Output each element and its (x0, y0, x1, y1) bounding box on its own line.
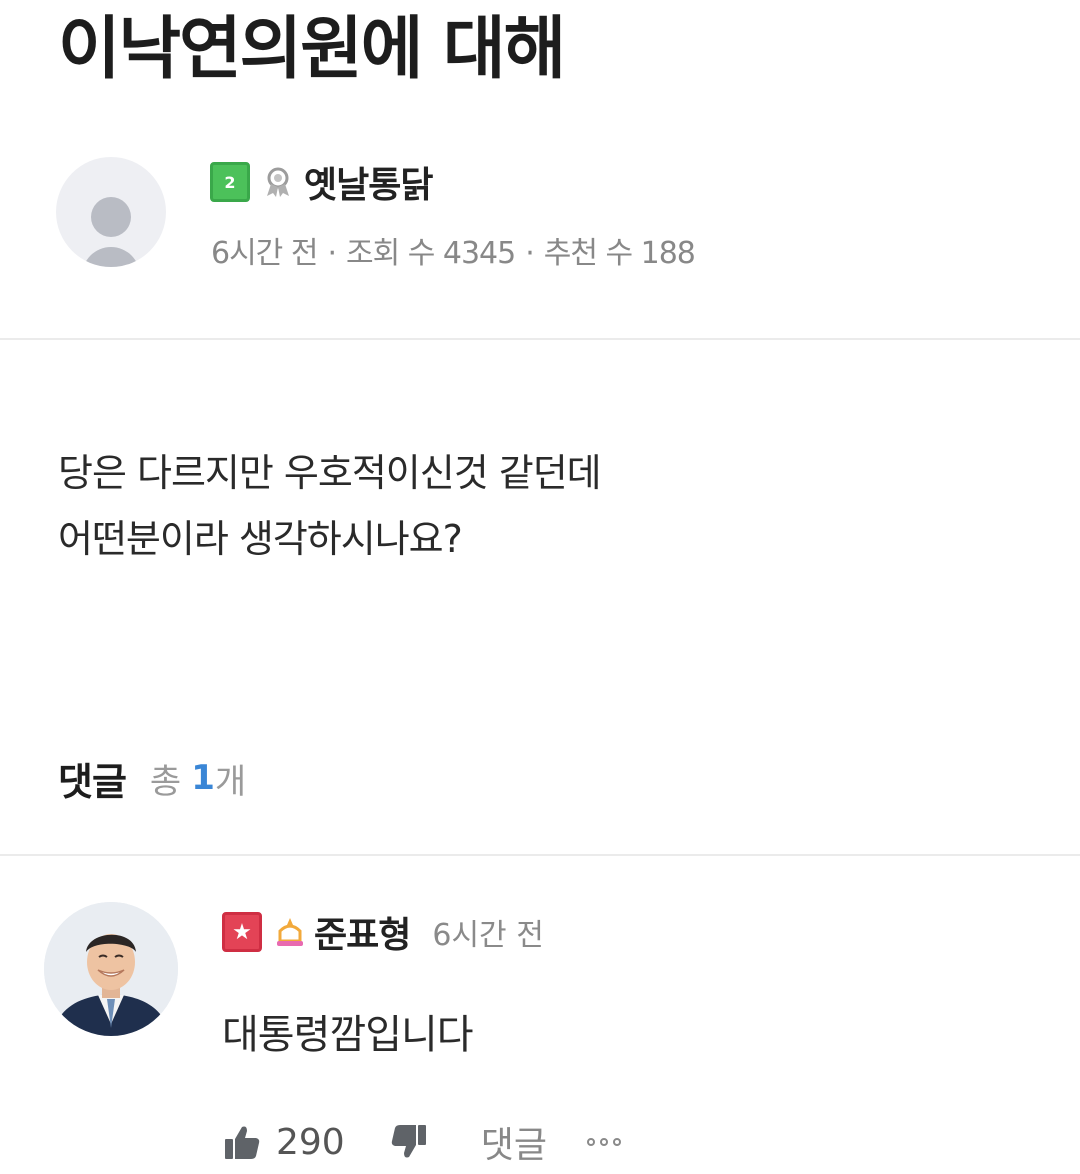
portrait-photo (44, 902, 178, 1036)
recommend-count: 추천 수 188 (543, 236, 696, 271)
author-name[interactable]: 옛날통닭 (304, 156, 433, 208)
post-title: 이낙연의원에 대해 (58, 10, 566, 89)
author-line: 2 옛날통닭 (210, 162, 433, 206)
header-divider (0, 338, 1080, 340)
comments-total-suffix: 개 (214, 761, 247, 802)
post-body-line: 어떤분이라 생각하시나요? (58, 517, 463, 561)
like-count: 290 (276, 1121, 345, 1163)
crown-icon (272, 914, 308, 950)
comments-header: 댓글 총 1 개 (58, 752, 246, 804)
comment-author-avatar[interactable] (44, 902, 178, 1036)
post-body: 당은 다르지만 우호적이신것 같던데 어떤분이라 생각하시나요? (58, 440, 602, 572)
avatar-placeholder-head (91, 197, 131, 237)
more-dots-icon[interactable] (586, 1138, 621, 1146)
comment-author-line: ★ 준표형 6시간 전 (222, 908, 544, 956)
thumbs-down-icon[interactable] (389, 1122, 429, 1162)
comment-body: 대통령깜입니다 (222, 1012, 474, 1058)
avatar-placeholder-body (82, 247, 140, 267)
more-dot (586, 1138, 595, 1146)
comments-total-count: 1 (191, 758, 215, 798)
level-badge: 2 (210, 162, 250, 202)
comments-total-prefix: 총 (149, 761, 182, 802)
ribbon-medal-icon (260, 164, 296, 200)
comment-time: 6시간 전 (432, 918, 544, 953)
meta-separator: · (327, 236, 336, 271)
comment-actions: 290 댓글 (222, 1118, 621, 1166)
post-time: 6시간 전 (211, 236, 318, 271)
post-meta: 6시간 전 · 조회 수 4345 · 추천 수 188 (211, 228, 696, 272)
reply-button[interactable]: 댓글 (481, 1116, 547, 1168)
post-body-line: 당은 다르지만 우호적이신것 같던데 (58, 451, 602, 495)
more-dot (599, 1138, 608, 1146)
level-badge: ★ (222, 912, 262, 952)
more-dot (612, 1138, 621, 1146)
meta-separator: · (525, 236, 534, 271)
thumbs-up-icon[interactable] (222, 1122, 262, 1162)
view-count: 조회 수 4345 (345, 236, 516, 271)
comments-label: 댓글 (58, 759, 127, 804)
comments-divider (0, 854, 1080, 856)
author-avatar[interactable] (56, 157, 166, 267)
comment-author-name[interactable]: 준표형 (314, 906, 411, 958)
